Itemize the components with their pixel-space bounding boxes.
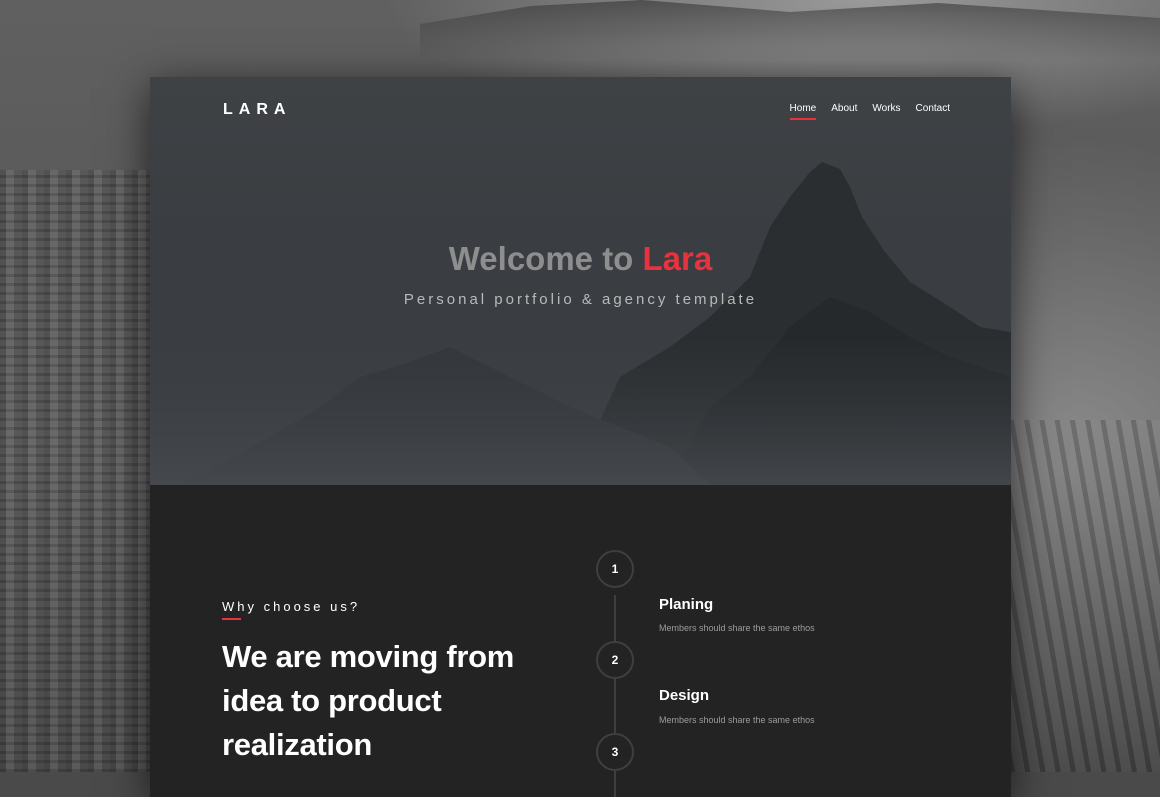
hero-mountain-image: [150, 162, 1011, 485]
hero-subtitle: Personal portfolio & agency template: [403, 291, 758, 308]
nav-item-home[interactable]: Home: [789, 103, 816, 120]
background-city-right: [1010, 420, 1160, 772]
nav-item-about[interactable]: About: [831, 103, 857, 118]
step-1-title: Planing: [659, 596, 714, 613]
main-nav: Home About Works Contact: [789, 103, 950, 120]
hero-title-prefix: Welcome to: [448, 240, 634, 277]
hero-title: Welcome to Lara: [150, 240, 1011, 278]
section-headline: We are moving from idea to product reali…: [222, 639, 515, 762]
step-1-description: Members should share the same ethos: [659, 623, 815, 633]
background-mountain-ridge: [420, 0, 1160, 60]
why-choose-us-section: Why choose us? We are moving from idea t…: [150, 485, 1011, 797]
section-eyebrow: Why choose us?: [222, 599, 361, 614]
step-3-circle: 3: [596, 733, 634, 771]
hero-section: LARA Home About Works Contact Welcome to…: [150, 77, 1011, 485]
site-logo[interactable]: LARA: [223, 101, 291, 119]
hero-title-accent: Lara: [642, 240, 713, 277]
step-1-circle: 1: [596, 550, 634, 588]
step-2-circle: 2: [596, 641, 634, 679]
eyebrow-underline: [222, 618, 241, 620]
step-2-title: Design: [659, 687, 710, 704]
nav-item-works[interactable]: Works: [872, 103, 900, 118]
website-mockup-frame: LARA Home About Works Contact Welcome to…: [150, 77, 1011, 797]
nav-item-contact[interactable]: Contact: [916, 103, 950, 118]
background-city-left: [0, 170, 150, 772]
step-2-description: Members should share the same ethos: [659, 715, 815, 725]
